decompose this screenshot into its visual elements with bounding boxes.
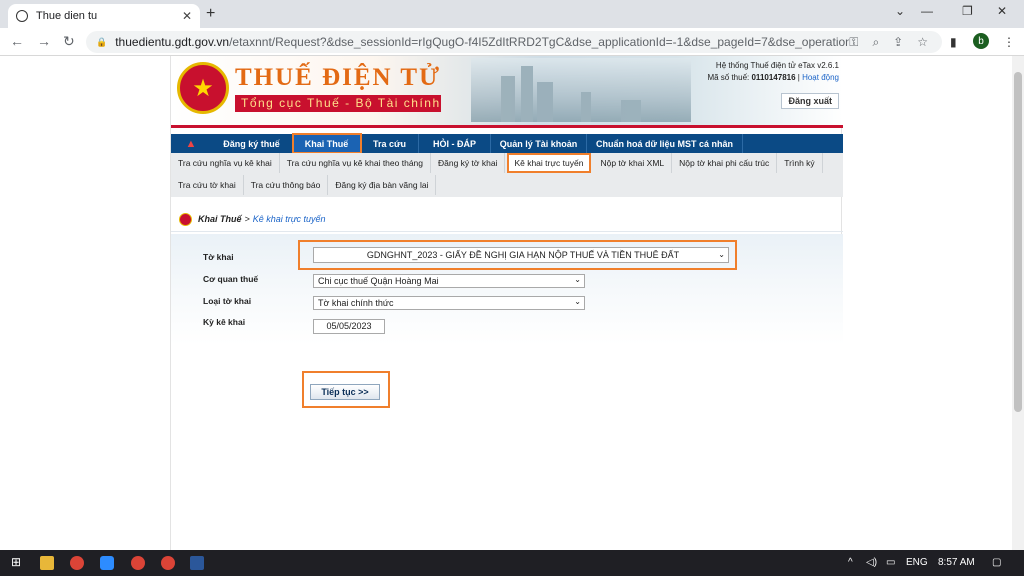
main-nav: ▲ Đăng ký thuế Khai Thuế Tra cứu HỎI - Đ… [171, 133, 843, 154]
forward-icon[interactable]: → [37, 33, 51, 49]
breadcrumb-divider [171, 231, 843, 232]
banner-divider [171, 125, 843, 128]
co-quan-thue-select[interactable]: Chi cục thuế Quận Hoàng Mai ⌄ [313, 274, 585, 288]
subnav-nop-phi-cau-truc[interactable]: Nộp tờ khai phi cấu trúc [672, 153, 778, 173]
subnav-tra-cuu-theo-thang[interactable]: Tra cứu nghĩa vụ kê khai theo tháng [280, 153, 431, 173]
nav-hoi-dap[interactable]: HỎI - ĐÁP [419, 134, 491, 153]
close-window-icon[interactable]: ✕ [997, 4, 1007, 18]
windows-start-icon[interactable]: ⊞ [11, 555, 25, 569]
continue-button[interactable]: Tiếp tục >> [310, 384, 380, 400]
windows-taskbar: ⊞ ^ ◁) ▭ ENG 8:57 AM ▢ [0, 550, 1024, 576]
reload-icon[interactable]: ↻ [63, 33, 75, 50]
key-icon[interactable]: ⚿ [849, 35, 858, 50]
tab-title: Thue dien tu [36, 10, 98, 22]
profile-avatar[interactable]: b [973, 33, 989, 49]
globe-icon [16, 10, 28, 22]
url-text: thuedientu.gdt.gov.vn/etaxnnt/Request?&d… [115, 35, 850, 49]
chevron-down-icon: ⌄ [574, 297, 581, 306]
sub-nav-row-2: Tra cứu tờ khai Tra cứu thông báo Đăng k… [171, 175, 437, 195]
chevron-down-icon: ⌄ [718, 250, 725, 259]
subnav-tra-cuu-to-khai[interactable]: Tra cứu tờ khai [171, 175, 244, 195]
menu-dots-icon[interactable]: ⋮ [1003, 35, 1015, 49]
nav-tra-cuu[interactable]: Tra cứu [361, 134, 419, 153]
declaration-form: Tờ khai GDNGHNT_2023 - GIẤY ĐỀ NGHỊ GIA … [171, 234, 843, 550]
activity-link[interactable]: Hoạt động [802, 73, 839, 82]
zoom-app-icon[interactable] [100, 556, 114, 570]
chevron-down-icon[interactable]: ⌄ [895, 4, 905, 18]
notification-icon[interactable]: ▢ [992, 557, 1001, 568]
to-khai-value: GDNGHNT_2023 - GIẤY ĐỀ NGHỊ GIA HẠN NỘP … [366, 250, 680, 260]
minimize-icon[interactable]: — [921, 4, 933, 18]
co-quan-thue-value: Chi cục thuế Quận Hoàng Mai [318, 276, 439, 286]
system-info: Hệ thống Thuế điện tử eTax v2.6.1 Mã số … [707, 61, 839, 82]
site-banner: ★ THUẾ ĐIỆN TỬ Tổng cục Thuế - Bộ Tài ch… [171, 56, 843, 128]
chrome-icon[interactable] [161, 556, 175, 570]
nav-dang-ky-thue[interactable]: Đăng ký thuế [211, 134, 293, 153]
system-version: Hệ thống Thuế điện tử eTax v2.6.1 [715, 61, 839, 70]
breadcrumb-current[interactable]: Kê khai trực tuyến [253, 214, 326, 224]
sub-nav: Tra cứu nghĩa vụ kê khai Tra cứu nghĩa v… [171, 153, 843, 197]
nav-chuan-hoa-mst[interactable]: Chuẩn hoá dữ liệu MST cá nhân [587, 134, 743, 153]
battery-icon[interactable]: ▭ [886, 557, 895, 568]
browser-tabstrip: Thue dien tu ✕ + ⌄ — ❐ ✕ [0, 0, 1024, 28]
loai-to-khai-label: Loại tờ khai [203, 296, 252, 306]
chevron-down-icon: ⌄ [574, 275, 581, 284]
emblem-small-icon [179, 212, 192, 226]
breadcrumb-separator: > [244, 214, 250, 224]
to-khai-select[interactable]: GDNGHNT_2023 - GIẤY ĐỀ NGHỊ GIA HẠN NỘP … [313, 247, 729, 263]
subnav-nop-xml[interactable]: Nộp tờ khai XML [593, 153, 673, 173]
tax-id-label: Mã số thuế: [707, 73, 750, 82]
ky-ke-khai-input[interactable]: 05/05/2023 [313, 319, 385, 334]
address-bar[interactable]: 🔒 thuedientu.gdt.gov.vn/etaxnnt/Request?… [86, 31, 942, 53]
lock-icon[interactable]: 🔒 [96, 37, 107, 48]
logout-button[interactable]: Đăng xuất [781, 93, 839, 109]
subnav-dang-ky-vang-lai[interactable]: Đăng ký địa bàn vãng lai [328, 175, 437, 195]
bookmark-star-icon[interactable]: ☆ [917, 35, 928, 49]
etax-site: ★ THUẾ ĐIỆN TỬ Tổng cục Thuế - Bộ Tài ch… [170, 56, 843, 550]
nav-khai-thue[interactable]: Khai Thuế [292, 133, 362, 154]
loai-to-khai-select[interactable]: Tờ khai chính thức ⌄ [313, 296, 585, 310]
back-icon[interactable]: ← [10, 33, 24, 49]
speaker-icon[interactable]: ◁) [866, 557, 877, 568]
subnav-ke-khai-truc-tuyen[interactable]: Kê khai trực tuyến [507, 153, 592, 173]
close-icon[interactable]: ✕ [182, 9, 192, 23]
browser-tab[interactable]: Thue dien tu ✕ [8, 4, 200, 28]
subnav-tra-cuu-thong-bao[interactable]: Tra cứu thông báo [244, 175, 329, 195]
to-khai-label: Tờ khai [203, 252, 234, 262]
clock-time[interactable]: 8:57 AM [938, 557, 975, 568]
new-tab-icon[interactable]: + [206, 5, 215, 23]
emblem-logo-icon: ★ [177, 62, 229, 114]
restore-icon[interactable]: ❐ [962, 4, 973, 18]
breadcrumb: Khai Thuế > Kê khai trực tuyến [171, 208, 843, 230]
nav-quan-ly-tai-khoan[interactable]: Quản lý Tài khoản [491, 134, 587, 153]
tray-chevron-icon[interactable]: ^ [848, 557, 853, 568]
brand-title: THUẾ ĐIỆN TỬ [235, 64, 441, 91]
subnav-tra-cuu-nghia-vu[interactable]: Tra cứu nghĩa vụ kê khai [171, 153, 280, 173]
breadcrumb-parent[interactable]: Khai Thuế [198, 214, 242, 224]
co-quan-thue-label: Cơ quan thuế [203, 274, 259, 284]
ky-ke-khai-label: Kỳ kê khai [203, 317, 246, 327]
sub-nav-row-1: Tra cứu nghĩa vụ kê khai Tra cứu nghĩa v… [171, 153, 823, 173]
brand-subtitle: Tổng cục Thuế - Bộ Tài chính [235, 95, 441, 112]
chrome-icon[interactable] [70, 556, 84, 570]
banner-cityscape [471, 58, 691, 122]
language-indicator[interactable]: ENG [906, 557, 928, 568]
chrome-icon[interactable] [131, 556, 145, 570]
zoom-icon[interactable]: ⌕ [872, 35, 879, 50]
browser-toolbar: ← → ↻ 🔒 thuedientu.gdt.gov.vn/etaxnnt/Re… [0, 28, 1024, 56]
home-icon[interactable]: ▲ [171, 134, 211, 153]
loai-to-khai-value: Tờ khai chính thức [318, 298, 394, 308]
share-icon[interactable]: ⇪ [893, 35, 903, 49]
subnav-trinh-ky[interactable]: Trình ký [777, 153, 823, 173]
scrollbar-thumb[interactable] [1014, 72, 1022, 412]
side-panel-icon[interactable]: ▮ [950, 35, 957, 49]
word-icon[interactable] [190, 556, 204, 570]
subnav-dang-ky-to-khai[interactable]: Đăng ký tờ khai [431, 153, 506, 173]
tax-id-value: 0110147816 [751, 73, 796, 82]
file-explorer-icon[interactable] [40, 556, 54, 570]
